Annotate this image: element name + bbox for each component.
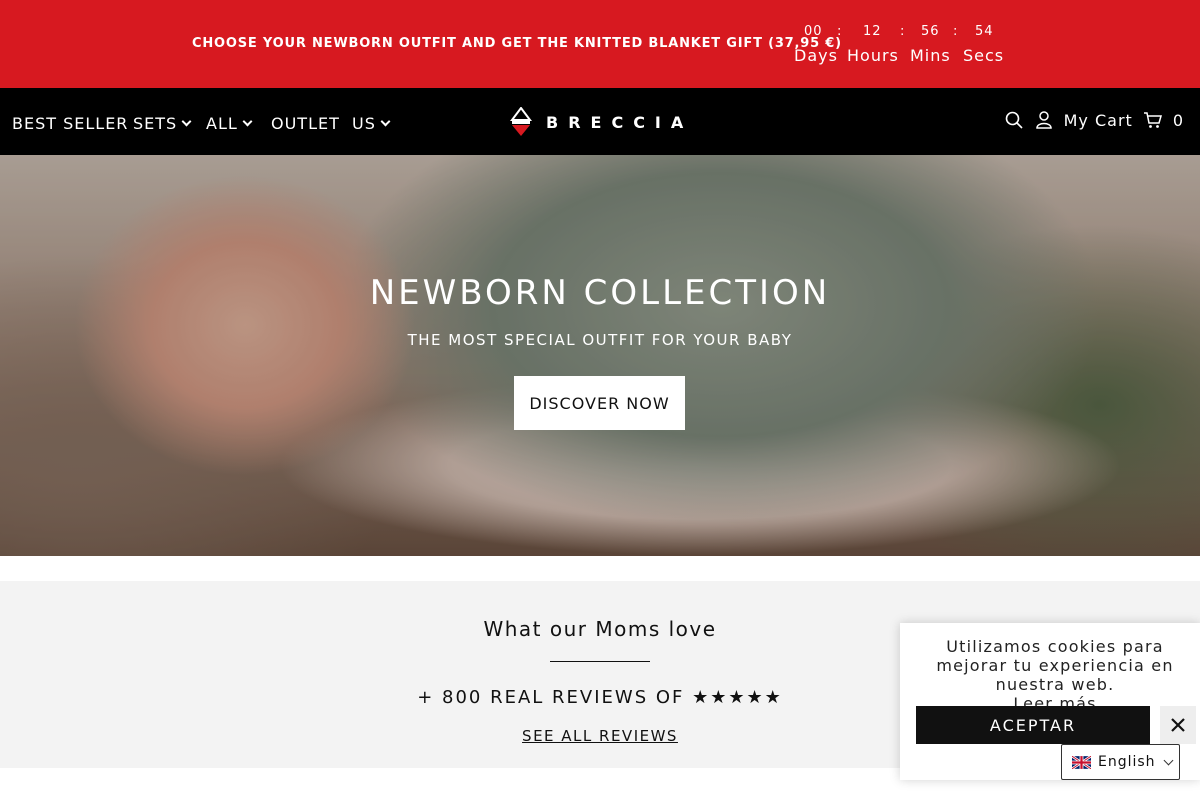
hero-image-overlay [0, 155, 1200, 556]
hero-subtitle: THE MOST SPECIAL OUTFIT FOR YOUR BABY [407, 331, 793, 349]
close-icon [1171, 718, 1185, 732]
cookie-message-block: Utilizamos cookies para mejorar tu exper… [910, 637, 1200, 713]
reviews-divider [550, 661, 650, 662]
cart-label[interactable]: My Cart [1064, 111, 1133, 130]
nav-item-label: ALL [206, 114, 238, 133]
nav-item-us[interactable]: US [352, 114, 391, 133]
user-icon[interactable] [1034, 110, 1054, 130]
nav-item-label: BEST SELLER [12, 114, 129, 133]
see-all-reviews-link[interactable]: SEE ALL REVIEWS [522, 727, 678, 745]
countdown-separator: : [953, 24, 958, 39]
announcement-text: CHOOSE YOUR NEWBORN OUTFIT AND GET THE K… [192, 36, 842, 51]
chevron-down-icon [1163, 755, 1174, 765]
countdown-mins-label: Mins [910, 46, 951, 65]
announcement-bar: CHOOSE YOUR NEWBORN OUTFIT AND GET THE K… [0, 0, 1200, 88]
chevron-down-icon [242, 116, 253, 126]
nav-actions: My Cart 0 [1004, 110, 1184, 130]
nav-item-sets[interactable]: SETS [133, 114, 192, 133]
nav-item-label: SETS [133, 114, 178, 133]
countdown-hours: 12 [863, 24, 882, 39]
search-icon[interactable] [1004, 110, 1024, 130]
main-nav: BEST SELLER SETS ALL OUTLET US BRECCIA M… [0, 88, 1200, 155]
chevron-down-icon [181, 116, 192, 126]
cookie-accept-button[interactable]: ACEPTAR [916, 706, 1150, 744]
discover-now-button[interactable]: DISCOVER NOW [514, 376, 685, 430]
nav-item-label: US [352, 114, 376, 133]
brand-logo-text: BRECCIA [546, 112, 694, 132]
language-label: English [1098, 754, 1156, 770]
countdown-separator: : [837, 24, 842, 39]
cart-count[interactable]: 0 [1173, 111, 1184, 130]
hero-banner: NEWBORN COLLECTION THE MOST SPECIAL OUTF… [0, 155, 1200, 556]
nav-item-all[interactable]: ALL [206, 114, 253, 133]
hero-title: NEWBORN COLLECTION [369, 273, 831, 313]
brand-logo[interactable]: BRECCIA [504, 100, 698, 144]
cart-icon[interactable] [1143, 110, 1163, 130]
brand-logo-mark-icon [510, 107, 532, 136]
countdown-secs-label: Secs [963, 46, 1005, 65]
countdown-timer: 00 : 12 : 56 : 54 Days Hours Mins Secs [790, 22, 1010, 72]
countdown-secs: 54 [975, 24, 994, 39]
cookie-close-button[interactable] [1160, 706, 1196, 744]
countdown-mins: 56 [921, 24, 940, 39]
countdown-separator: : [900, 24, 905, 39]
uk-flag-icon [1072, 755, 1091, 769]
countdown-days: 00 [804, 24, 823, 39]
chevron-down-icon [380, 116, 391, 126]
countdown-hours-label: Hours [847, 46, 899, 65]
nav-item-best-seller[interactable]: BEST SELLER [12, 114, 128, 133]
countdown-days-label: Days [794, 46, 838, 65]
nav-item-label: OUTLET [271, 114, 340, 133]
nav-item-outlet[interactable]: OUTLET [271, 114, 340, 133]
cookie-message: Utilizamos cookies para mejorar tu exper… [936, 637, 1174, 694]
language-selector[interactable]: English [1061, 744, 1180, 780]
